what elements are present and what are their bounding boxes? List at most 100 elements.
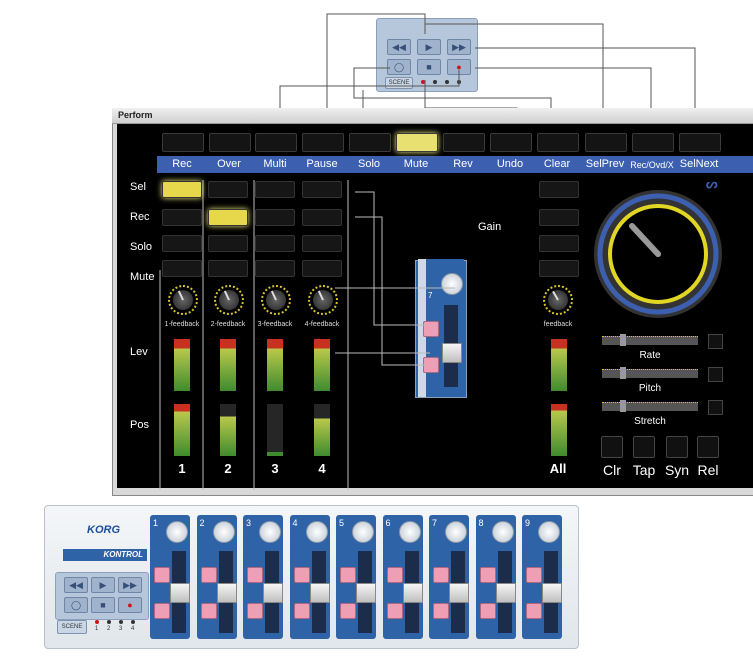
korg-channel-6: 6 (382, 515, 423, 639)
korg-ff-button[interactable]: ▶▶ (118, 577, 142, 593)
korg-fader[interactable] (170, 551, 190, 633)
korg-scene-led (119, 620, 123, 624)
korg-knob-icon[interactable] (166, 521, 188, 543)
top-label-mute: Mute (403, 158, 429, 170)
korg-scene-number: 1 (95, 626, 99, 632)
mapping-lines-mid (159, 180, 455, 490)
korg-channel-number: 2 (199, 518, 205, 528)
korg-pad-top[interactable] (386, 567, 403, 583)
korg-scene-led (95, 620, 99, 624)
korg-channel-number: 4 (292, 518, 298, 528)
korg-pad-bottom[interactable] (340, 603, 356, 619)
korg-pad-top[interactable] (200, 567, 217, 583)
korg-scene-number: 2 (107, 626, 111, 632)
korg-rewind-button[interactable]: ◀◀ (64, 577, 88, 593)
top-pad-pause[interactable] (302, 133, 344, 152)
korg-fader[interactable] (263, 551, 283, 633)
korg-fader[interactable] (542, 551, 562, 633)
top-label-solo: Solo (357, 158, 381, 170)
top-pad-over[interactable] (209, 133, 251, 152)
korg-knob-icon[interactable] (305, 521, 328, 543)
korg-pad-top[interactable] (433, 567, 449, 583)
top-label-rec-ovd-x: Rec/Ovd/X (630, 160, 674, 170)
korg-scene-led (107, 620, 111, 624)
korg-fader-cap[interactable] (263, 583, 283, 603)
korg-fader[interactable] (495, 551, 516, 633)
korg-fader[interactable] (216, 551, 237, 633)
top-label-rev: Rev (453, 158, 473, 170)
korg-knob-icon[interactable] (212, 521, 235, 543)
top-pad-solo[interactable] (349, 133, 391, 152)
top-pad-mute[interactable] (396, 133, 438, 152)
korg-channel-8: 8 (475, 515, 516, 639)
korg-scene-button[interactable]: SCENE (57, 620, 87, 634)
korg-channel-number: 3 (246, 518, 252, 528)
window-titlebar: Perform (112, 108, 753, 124)
korg-knob-icon[interactable] (445, 521, 467, 543)
korg-pad-top[interactable] (526, 567, 542, 583)
korg-scene-number: 4 (131, 626, 135, 632)
top-pad-rec-ovd-x[interactable] (632, 133, 674, 152)
korg-fader-cap[interactable] (449, 583, 469, 603)
korg-pad-bottom[interactable] (386, 603, 403, 619)
korg-transport: ◀◀ ▶ ▶▶ ◯ ■ ● (55, 572, 149, 620)
korg-channel-number: 5 (339, 518, 345, 528)
korg-fader-cap[interactable] (402, 583, 423, 603)
korg-knob-icon[interactable] (398, 521, 421, 543)
top-pad-rec[interactable] (162, 133, 204, 152)
top-pad-multi[interactable] (255, 133, 297, 152)
korg-channel-number: 7 (432, 518, 438, 528)
top-label-rec: Rec (172, 158, 192, 170)
korg-pad-bottom[interactable] (293, 603, 310, 619)
korg-fader-cap[interactable] (495, 583, 516, 603)
top-pad-selprev[interactable] (585, 133, 627, 152)
korg-channel-2: 2 (196, 515, 237, 639)
korg-pad-top[interactable] (293, 567, 310, 583)
korg-channel-3: 3 (243, 515, 283, 639)
korg-pad-bottom[interactable] (433, 603, 449, 619)
korg-pad-bottom[interactable] (154, 603, 170, 619)
korg-brand: KORG (87, 524, 120, 536)
korg-pad-bottom[interactable] (247, 603, 263, 619)
korg-fader[interactable] (356, 551, 376, 633)
top-pad-rev[interactable] (443, 133, 485, 152)
top-label-over: Over (217, 158, 241, 170)
korg-fader-cap[interactable] (542, 583, 562, 603)
top-pad-undo[interactable] (490, 133, 532, 152)
top-pad-selnext[interactable] (679, 133, 721, 152)
korg-cycle-button[interactable]: ◯ (64, 597, 88, 613)
korg-channel-9: 9 (522, 515, 562, 639)
korg-fader[interactable] (402, 551, 423, 633)
korg-stop-button[interactable]: ■ (91, 597, 115, 613)
korg-pad-bottom[interactable] (526, 603, 542, 619)
korg-channel-number: 8 (478, 518, 484, 528)
korg-pad-bottom[interactable] (200, 603, 217, 619)
korg-fader-cap[interactable] (356, 583, 376, 603)
korg-product: KONTROL (63, 549, 147, 561)
korg-knob-icon[interactable] (538, 521, 560, 543)
korg-channel-number: 9 (525, 518, 531, 528)
korg-channel-4: 4 (289, 515, 330, 639)
korg-fader[interactable] (449, 551, 469, 633)
korg-pad-top[interactable] (154, 567, 170, 583)
korg-record-button[interactable]: ● (118, 597, 142, 613)
korg-fader-cap[interactable] (170, 583, 190, 603)
korg-pad-top[interactable] (247, 567, 263, 583)
korg-fader-cap[interactable] (309, 583, 330, 603)
korg-scene-led (131, 620, 135, 624)
korg-channel-5: 5 (336, 515, 376, 639)
top-label-undo: Undo (496, 158, 524, 170)
top-pad-clear[interactable] (537, 133, 579, 152)
korg-pad-top[interactable] (340, 567, 356, 583)
korg-play-button[interactable]: ▶ (91, 577, 115, 593)
korg-fader-cap[interactable] (216, 583, 237, 603)
korg-knob-icon[interactable] (352, 521, 374, 543)
top-label-selnext: SelNext (679, 158, 719, 170)
korg-channel-number: 6 (385, 518, 391, 528)
korg-pad-bottom[interactable] (479, 603, 496, 619)
korg-knob-icon[interactable] (259, 521, 281, 543)
top-label-multi: Multi (263, 158, 287, 170)
korg-knob-icon[interactable] (491, 521, 514, 543)
korg-pad-top[interactable] (479, 567, 496, 583)
korg-fader[interactable] (309, 551, 330, 633)
